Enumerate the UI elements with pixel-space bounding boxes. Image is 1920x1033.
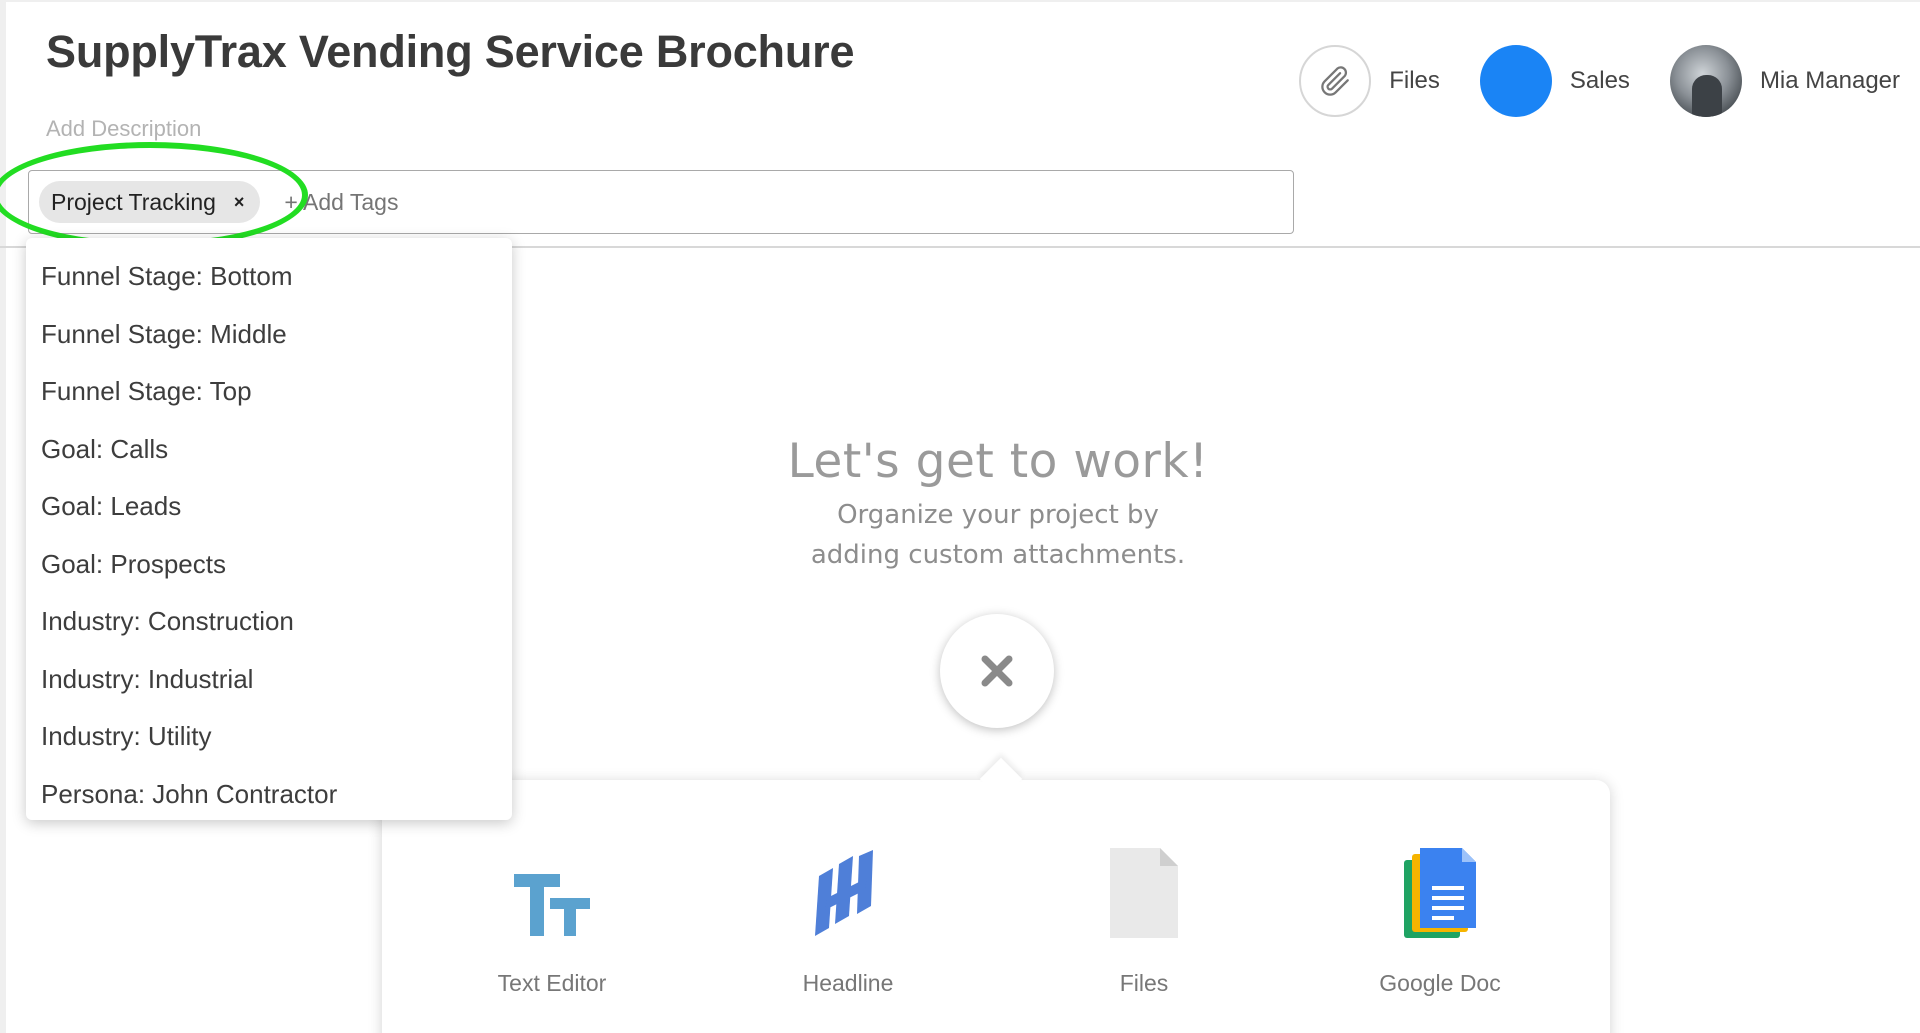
attachment-google-doc[interactable]: Google Doc bbox=[1340, 840, 1540, 997]
attachment-files[interactable]: Files bbox=[1044, 840, 1244, 997]
headline-icon bbox=[748, 840, 948, 940]
sales-label[interactable]: Sales bbox=[1570, 67, 1630, 95]
tag-dropdown: Funnel Stage: Bottom Funnel Stage: Middle… bbox=[26, 238, 512, 820]
close-icon bbox=[981, 655, 1013, 687]
dropdown-item[interactable]: Industry: Industrial bbox=[26, 651, 512, 709]
tag-remove-icon[interactable]: × bbox=[234, 192, 245, 213]
sales-avatar[interactable] bbox=[1479, 45, 1552, 117]
dropdown-item[interactable]: Persona: John Contractor bbox=[26, 766, 512, 824]
sales-button[interactable]: Sales bbox=[1479, 45, 1630, 117]
dropdown-item[interactable]: Funnel Stage: Top bbox=[26, 363, 512, 421]
files-label[interactable]: Files bbox=[1389, 67, 1440, 95]
headline-label: Headline bbox=[802, 970, 894, 996]
tag-chip-label: Project Tracking bbox=[51, 188, 216, 215]
add-description[interactable]: Add Description bbox=[46, 116, 201, 142]
google-doc-icon bbox=[1340, 840, 1540, 940]
text-editor-label: Text Editor bbox=[497, 970, 607, 996]
google-doc-label: Google Doc bbox=[1379, 970, 1501, 996]
paperclip-icon[interactable] bbox=[1299, 45, 1372, 117]
page-title[interactable]: SupplyTrax Vending Service Brochure bbox=[46, 26, 854, 78]
dropdown-item[interactable]: Industry: Construction bbox=[26, 593, 512, 651]
attachment-headline[interactable]: Headline bbox=[748, 840, 948, 997]
close-attachments-button[interactable] bbox=[940, 614, 1054, 728]
dropdown-item[interactable]: Industry: Utility bbox=[26, 708, 512, 766]
user-menu[interactable]: Mia Manager bbox=[1669, 45, 1900, 117]
user-name[interactable]: Mia Manager bbox=[1760, 67, 1900, 95]
dropdown-item[interactable]: Funnel Stage: Middle bbox=[26, 306, 512, 364]
text-editor-icon bbox=[452, 840, 652, 940]
attachment-text-editor[interactable]: Text Editor bbox=[452, 840, 652, 997]
files-attachment-label: Files bbox=[1119, 970, 1169, 996]
file-icon bbox=[1044, 840, 1244, 940]
add-tags-input[interactable] bbox=[284, 188, 685, 216]
dropdown-item[interactable]: Goal: Leads bbox=[26, 478, 512, 536]
tag-chip[interactable]: Project Tracking × bbox=[39, 181, 261, 223]
avatar[interactable] bbox=[1669, 45, 1742, 117]
dropdown-item[interactable]: Funnel Stage: Bottom bbox=[26, 248, 512, 306]
files-button[interactable]: Files bbox=[1299, 45, 1440, 117]
tag-input[interactable]: Project Tracking × bbox=[28, 170, 1294, 234]
dropdown-item[interactable]: Goal: Calls bbox=[26, 421, 512, 479]
dropdown-item[interactable]: Goal: Prospects bbox=[26, 536, 512, 594]
header-actions: Files Sales Mia Manager bbox=[1259, 44, 1900, 118]
